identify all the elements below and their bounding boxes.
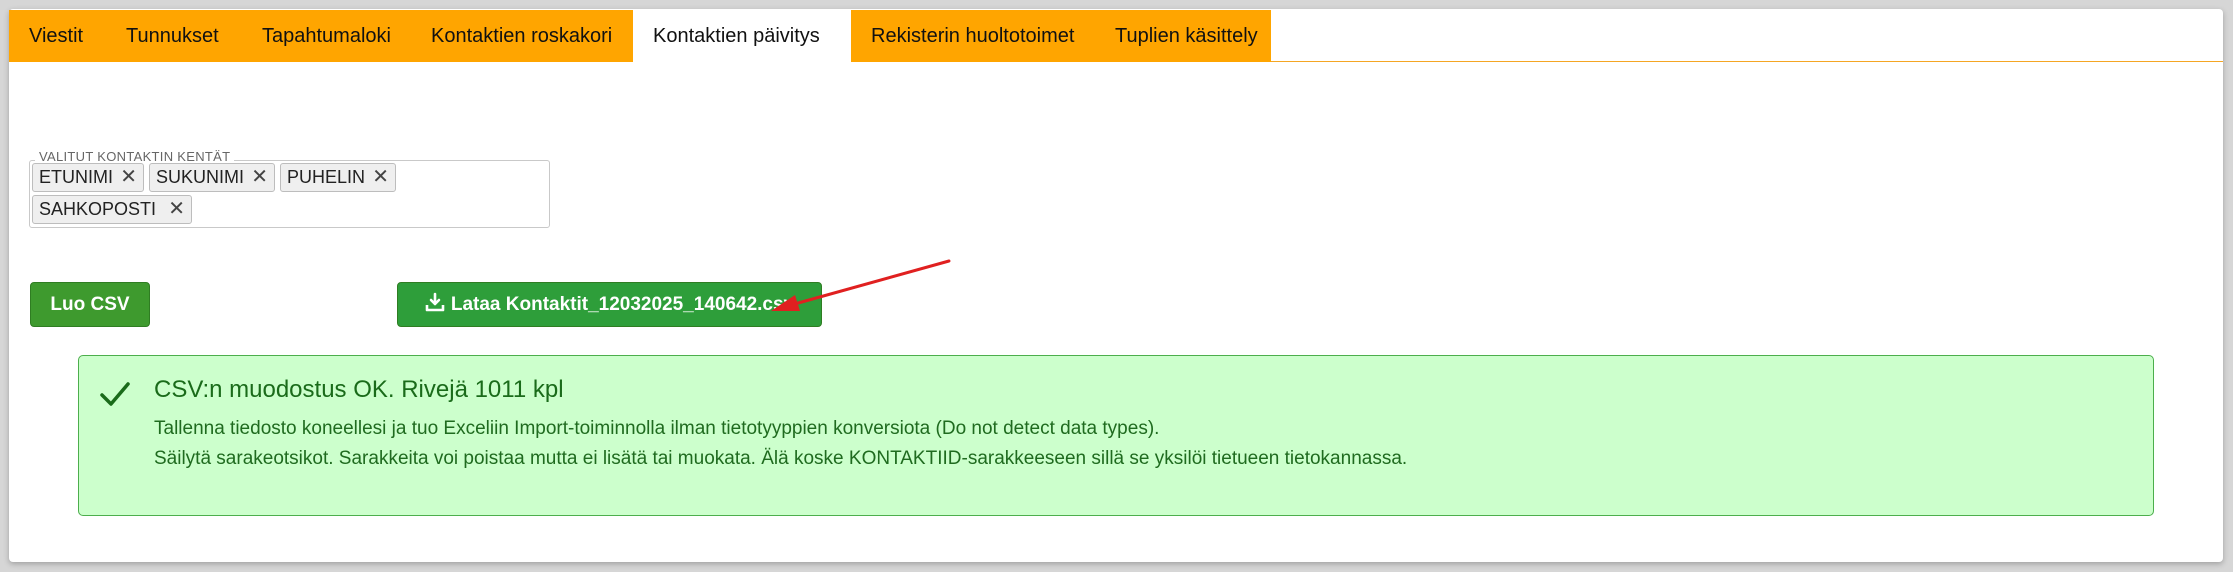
chip-puhelin: PUHELIN ✕	[280, 163, 396, 192]
download-icon	[425, 285, 445, 328]
tab-tunnukset[interactable]: Tunnukset	[106, 10, 242, 62]
app-window: Viestit Tunnukset Tapahtumaloki Kontakti…	[9, 9, 2223, 562]
success-alert: CSV:n muodostus OK. Rivejä 1011 kpl Tall…	[78, 355, 2154, 516]
chip-sahkoposti: SAHKOPOSTI ✕	[32, 195, 192, 224]
chip-label: SAHKOPOSTI	[39, 199, 157, 219]
tab-tuplien-kasittely[interactable]: Tuplien käsittely	[1095, 10, 1271, 62]
remove-chip-icon[interactable]: ✕	[251, 164, 268, 191]
download-csv-label: Lataa Kontaktit_12032025_140642.csv	[450, 294, 795, 315]
alert-title: CSV:n muodostus OK. Rivejä 1011 kpl	[154, 376, 564, 403]
chip-label: PUHELIN	[287, 167, 366, 187]
create-csv-label: Luo CSV	[50, 294, 130, 315]
remove-chip-icon[interactable]: ✕	[372, 164, 389, 191]
tab-rekisterin-huoltotoimet[interactable]: Rekisterin huoltotoimet	[851, 10, 1095, 62]
remove-chip-icon[interactable]: ✕	[168, 196, 185, 223]
remove-chip-icon[interactable]: ✕	[120, 164, 137, 191]
chip-label: ETUNIMI	[39, 167, 113, 187]
create-csv-button[interactable]: Luo CSV	[30, 282, 150, 327]
tab-viestit[interactable]: Viestit	[9, 10, 106, 62]
alert-instruction-2: Säilytä sarakeotsikot. Sarakkeita voi po…	[154, 448, 1408, 469]
tab-bar: Viestit Tunnukset Tapahtumaloki Kontakti…	[9, 10, 2223, 62]
tab-tapahtumaloki[interactable]: Tapahtumaloki	[242, 10, 411, 62]
selected-fields-legend: VALITUT KONTAKTIN KENTÄT	[35, 149, 235, 164]
download-csv-button[interactable]: Lataa Kontaktit_12032025_140642.csv	[397, 282, 822, 327]
chip-etunimi: ETUNIMI ✕	[32, 163, 144, 192]
chip-label: SUKUNIMI	[156, 167, 245, 187]
chip-sukunimi: SUKUNIMI ✕	[149, 163, 275, 192]
alert-instruction-1: Tallenna tiedosto koneellesi ja tuo Exce…	[154, 418, 1160, 439]
tab-kontaktien-paivitys[interactable]: Kontaktien päivitys	[633, 10, 851, 62]
tab-kontaktien-roskakori[interactable]: Kontaktien roskakori	[411, 10, 633, 62]
check-icon	[99, 380, 131, 413]
